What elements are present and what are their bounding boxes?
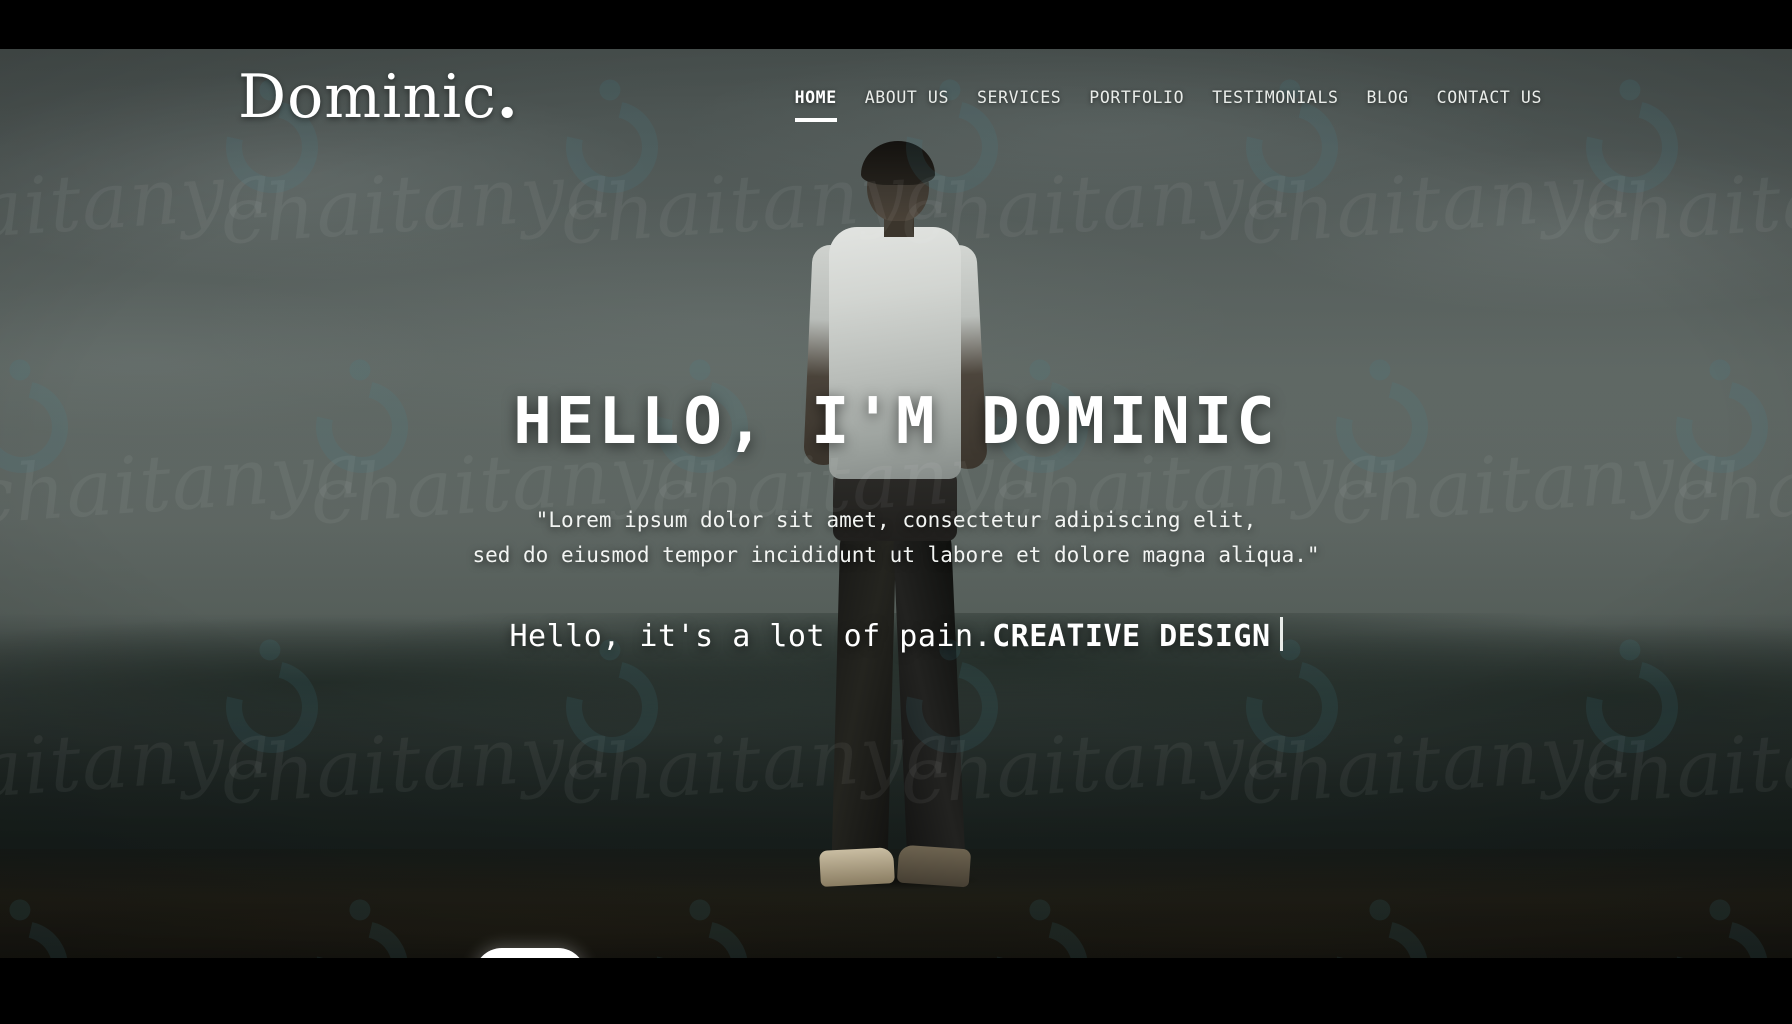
site-logo-dot: . [496, 62, 519, 132]
nav-item-home[interactable]: HOME [781, 88, 851, 124]
letterbox-top [0, 0, 1792, 49]
figure-right-boot [896, 844, 972, 888]
letterbox-bottom [0, 958, 1792, 1024]
nav-item-blog[interactable]: BLOG [1353, 88, 1423, 124]
nav-item-services[interactable]: SERVICES [963, 88, 1075, 124]
nav-item-testimonials[interactable]: TESTIMONIALS [1198, 88, 1352, 124]
figure-hips [833, 471, 957, 541]
figure-left-boot [819, 847, 895, 887]
site-logo-name: Dominic [238, 62, 497, 132]
primary-nav-list: HOME ABOUT US SERVICES PORTFOLIO TESTIMONIAL… [781, 88, 1556, 124]
scroll-down-pill[interactable] [474, 948, 586, 958]
hero-section: chaitanyachaitanyachaitanyachaitanyachai… [0, 49, 1792, 958]
site-navbar: Dominic. HOME ABOUT US SERVICES PORTFOLIO TE… [0, 49, 1792, 159]
nav-item-contact-us[interactable]: CONTACT US [1423, 88, 1556, 124]
nav-item-portfolio[interactable]: PORTFOLIO [1075, 88, 1198, 124]
browser-viewport: chaitanyachaitanyachaitanyachaitanyachai… [0, 0, 1792, 1024]
figure-left-leg [831, 528, 897, 860]
figure-torso [829, 227, 961, 479]
nav-item-about-us[interactable]: ABOUT US [851, 88, 963, 124]
site-logo[interactable]: Dominic. [238, 67, 519, 127]
